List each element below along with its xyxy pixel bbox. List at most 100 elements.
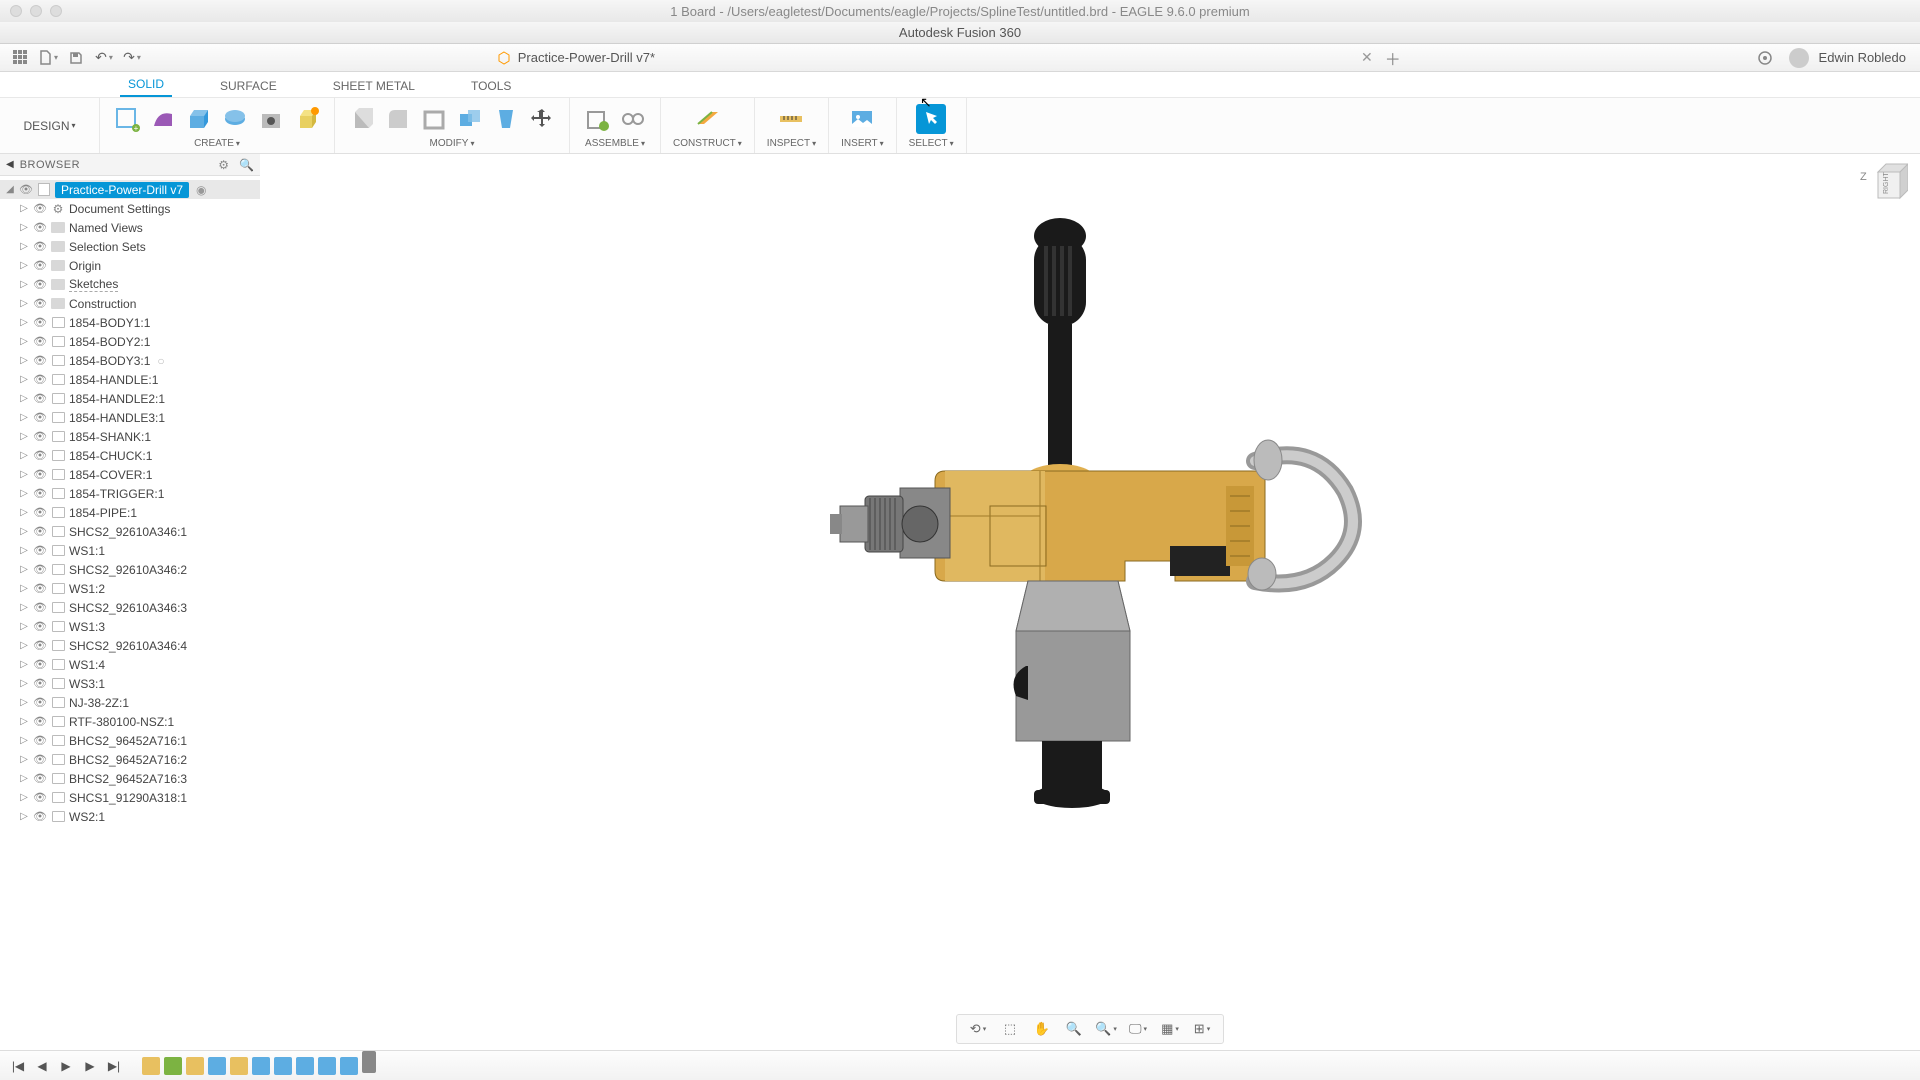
visibility-icon[interactable]: 👁	[33, 563, 47, 576]
tree-component-row[interactable]: ▷ 👁 1854-TRIGGER:1	[0, 484, 260, 503]
timeline-back-icon[interactable]: ◀	[32, 1056, 52, 1076]
tree-component-row[interactable]: ▷ 👁 WS1:3	[0, 617, 260, 636]
expand-icon[interactable]: ▷	[18, 374, 30, 385]
visibility-icon[interactable]: 👁	[33, 316, 47, 329]
new-sketch-icon[interactable]: +	[112, 104, 142, 134]
tree-component-row[interactable]: ▷ 👁 SHCS2_92610A346:2	[0, 560, 260, 579]
insert-decal-icon[interactable]	[847, 104, 877, 134]
expand-icon[interactable]: ▷	[18, 393, 30, 404]
visibility-icon[interactable]: 👁	[33, 772, 47, 785]
close-tab-icon[interactable]: ✕	[1361, 49, 1373, 66]
document-tab[interactable]: Practice-Power-Drill v7*	[496, 50, 655, 66]
timeline-feature[interactable]	[296, 1057, 314, 1075]
tree-component-row[interactable]: ▷ 👁 BHCS2_96452A716:2	[0, 750, 260, 769]
visibility-icon[interactable]: 👁	[33, 202, 47, 215]
tree-component-row[interactable]: ▷ 👁 1854-COVER:1	[0, 465, 260, 484]
visibility-icon[interactable]: 👁	[33, 715, 47, 728]
box-icon[interactable]	[292, 104, 322, 134]
viewport-icon[interactable]: ⊞▾	[1191, 1019, 1213, 1039]
tab-tools[interactable]: TOOLS	[463, 75, 519, 97]
tree-component-row[interactable]: ▷ 👁 1854-HANDLE2:1	[0, 389, 260, 408]
expand-icon[interactable]: ▷	[18, 317, 30, 328]
canvas-viewport[interactable]: ↖	[260, 154, 1920, 1050]
expand-icon[interactable]: ▷	[18, 773, 30, 784]
tree-component-row[interactable]: ▷ 👁 1854-BODY1:1	[0, 313, 260, 332]
drill-model[interactable]	[770, 196, 1410, 896]
tree-component-row[interactable]: ▷ 👁 1854-HANDLE3:1	[0, 408, 260, 427]
timeline-feature[interactable]	[252, 1057, 270, 1075]
username-label[interactable]: Edwin Robledo	[1819, 50, 1906, 65]
expand-icon[interactable]: ▷	[18, 754, 30, 765]
tree-folder-row[interactable]: ▷ 👁 Construction	[0, 294, 260, 313]
grid-settings-icon[interactable]: ▦▾	[1159, 1019, 1181, 1039]
browser-settings-icon[interactable]: ⚙	[218, 158, 229, 172]
tree-component-row[interactable]: ▷ 👁 BHCS2_96452A716:3	[0, 769, 260, 788]
tab-sheetmetal[interactable]: SHEET METAL	[325, 75, 423, 97]
close-window-icon[interactable]	[10, 5, 22, 17]
browser-search-icon[interactable]: 🔍	[239, 158, 254, 172]
presspull-icon[interactable]	[347, 104, 377, 134]
visibility-icon[interactable]: 👁	[33, 297, 47, 310]
undo-icon[interactable]: ↶▾	[90, 46, 118, 70]
zoom-window-icon[interactable]	[50, 5, 62, 17]
add-tab-icon[interactable]: ＋	[1385, 46, 1401, 70]
visibility-icon[interactable]: 👁	[33, 468, 47, 481]
tree-component-row[interactable]: ▷ 👁 1854-HANDLE:1	[0, 370, 260, 389]
expand-icon[interactable]: ▷	[18, 336, 30, 347]
expand-icon[interactable]: ▷	[18, 241, 30, 252]
expand-icon[interactable]: ▷	[18, 811, 30, 822]
pan-icon[interactable]: ✋	[1031, 1019, 1053, 1039]
expand-icon[interactable]: ▷	[18, 260, 30, 271]
expand-icon[interactable]: ◢	[4, 184, 16, 195]
timeline-fwd-icon[interactable]: ▶	[80, 1056, 100, 1076]
visibility-icon[interactable]: 👁	[33, 449, 47, 462]
visibility-icon[interactable]: 👁	[33, 696, 47, 709]
collapse-browser-icon[interactable]: ◀	[6, 159, 14, 170]
combine-icon[interactable]	[455, 104, 485, 134]
save-icon[interactable]	[62, 46, 90, 70]
activate-radio-icon[interactable]: ◉	[196, 183, 206, 197]
visibility-icon[interactable]: 👁	[33, 639, 47, 652]
expand-icon[interactable]: ▷	[18, 355, 30, 366]
visibility-icon[interactable]: 👁	[33, 734, 47, 747]
tree-component-row[interactable]: ▷ 👁 1854-BODY3:1○	[0, 351, 260, 370]
visibility-icon[interactable]: 👁	[33, 753, 47, 766]
tree-component-row[interactable]: ▷ 👁 1854-BODY2:1	[0, 332, 260, 351]
visibility-icon[interactable]: 👁	[33, 240, 47, 253]
tree-component-row[interactable]: ▷ 👁 1854-PIPE:1	[0, 503, 260, 522]
visibility-icon[interactable]: 👁	[33, 487, 47, 500]
minimize-window-icon[interactable]	[30, 5, 42, 17]
visibility-icon[interactable]: 👁	[33, 392, 47, 405]
visibility-icon[interactable]: 👁	[33, 810, 47, 823]
tab-solid[interactable]: SOLID	[120, 73, 172, 97]
expand-icon[interactable]: ▷	[18, 431, 30, 442]
visibility-icon[interactable]: 👁	[33, 620, 47, 633]
joint-icon[interactable]	[618, 104, 648, 134]
visibility-icon[interactable]: 👁	[33, 335, 47, 348]
extrude-icon[interactable]	[184, 104, 214, 134]
expand-icon[interactable]: ▷	[18, 298, 30, 309]
tree-component-row[interactable]: ▷ 👁 SHCS2_92610A346:4	[0, 636, 260, 655]
tree-component-row[interactable]: ▷ 👁 WS3:1	[0, 674, 260, 693]
draft-icon[interactable]	[491, 104, 521, 134]
redo-icon[interactable]: ↷▾	[118, 46, 146, 70]
visibility-icon[interactable]: 👁	[33, 354, 47, 367]
expand-icon[interactable]: ▷	[18, 222, 30, 233]
visibility-icon[interactable]: 👁	[33, 601, 47, 614]
visibility-icon[interactable]: 👁	[33, 525, 47, 538]
tree-folder-row[interactable]: ▷ 👁 Selection Sets	[0, 237, 260, 256]
tree-root[interactable]: ◢ 👁 Practice-Power-Drill v7 ◉	[0, 180, 260, 199]
tab-surface[interactable]: SURFACE	[212, 75, 285, 97]
file-menu-icon[interactable]: ▾	[34, 46, 62, 70]
expand-icon[interactable]: ▷	[18, 279, 30, 290]
tree-component-row[interactable]: ▷ 👁 SHCS1_91290A318:1	[0, 788, 260, 807]
data-panel-icon[interactable]	[6, 46, 34, 70]
expand-icon[interactable]: ▷	[18, 621, 30, 632]
expand-icon[interactable]: ▷	[18, 792, 30, 803]
visibility-icon[interactable]: 👁	[33, 677, 47, 690]
tree-component-row[interactable]: ▷ 👁 BHCS2_96452A716:1	[0, 731, 260, 750]
tree-component-row[interactable]: ▷ 👁 WS1:2	[0, 579, 260, 598]
expand-icon[interactable]: ▷	[18, 469, 30, 480]
expand-icon[interactable]: ▷	[18, 583, 30, 594]
viewcube[interactable]: Z RIGHT	[1858, 160, 1908, 210]
